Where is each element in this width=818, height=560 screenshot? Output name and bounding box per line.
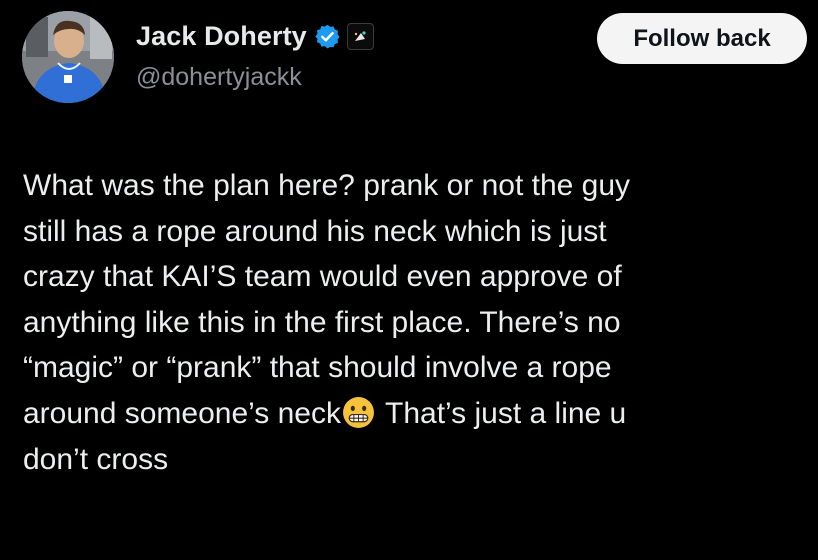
follow-back-button[interactable]: Follow back [597, 13, 807, 64]
tweet-text: What was the plan here? prank or not the… [23, 163, 803, 482]
tweet-header: Jack Doherty @dohertyjackk Follow back [0, 0, 818, 120]
affiliate-badge-icon[interactable] [346, 23, 374, 50]
avatar-image [22, 11, 114, 103]
author-display-name[interactable]: Jack Doherty [136, 21, 307, 52]
tweet-line-part: That’s just a line u [385, 396, 627, 430]
grimacing-face-emoji-icon [342, 396, 375, 429]
tweet-line: don’t cross [23, 442, 169, 476]
tweet-line: crazy that KAI’S team would even approve… [23, 260, 622, 294]
tweet-line: still has a rope around his neck which i… [23, 214, 607, 248]
author-handle[interactable]: @dohertyjackk [136, 63, 302, 92]
tweet-line-part: around someone’s neck [23, 396, 341, 430]
tweet-line: What was the plan here? prank or not the… [23, 169, 631, 202]
tweet-line: “magic” or “prank” that should involve a… [23, 351, 612, 385]
tweet-line: anything like this in the first place. T… [23, 305, 621, 339]
verified-badge-icon [314, 23, 341, 50]
tweet-line-with-emoji: around someone’s neck That’s just a line … [23, 391, 803, 437]
author-name-row: Jack Doherty [136, 21, 374, 52]
avatar[interactable] [22, 11, 114, 103]
